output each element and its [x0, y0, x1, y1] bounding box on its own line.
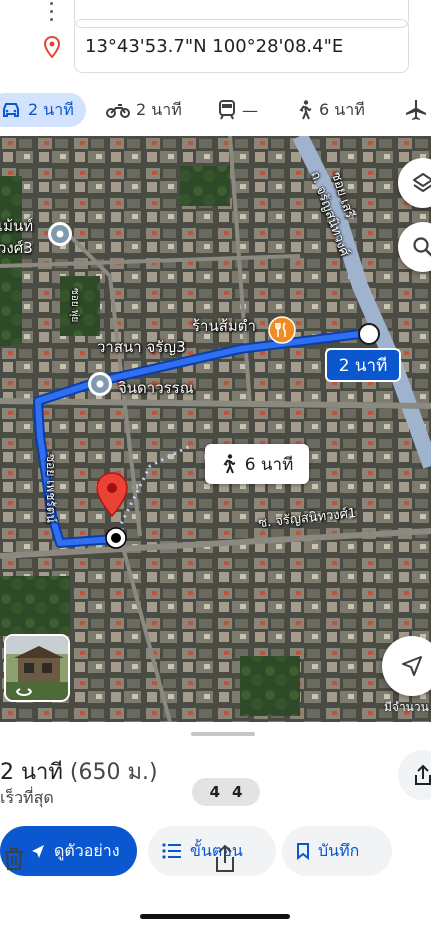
rotate-360-icon: [16, 688, 32, 696]
map-label: มีจำนวน: [384, 700, 429, 714]
train-icon: [219, 100, 235, 120]
route-summary: 2 นาที (650 ม.): [0, 754, 158, 789]
steps-label: ขั้นตอน: [190, 840, 243, 860]
destination-field[interactable]: 13°43'53.7"N 100°28'08.4"E: [74, 19, 409, 73]
map-label[interactable]: จินดาวรรณ: [118, 376, 194, 400]
tab-motorbike[interactable]: 2 นาที: [106, 93, 182, 127]
route-subtitle: เร็วที่สุด: [0, 788, 54, 807]
share-route-button[interactable]: [398, 750, 431, 800]
restaurant-marker-icon[interactable]: [268, 316, 296, 344]
tab-drive[interactable]: 2 นาที: [0, 93, 86, 127]
map-label: เม้นท์: [0, 217, 34, 235]
pager-total: 4: [232, 783, 243, 801]
origin-dot-icon: [358, 323, 380, 345]
tab-walk-label: 6 นาที: [319, 99, 365, 119]
walk-time-text: 6 นาที: [244, 454, 294, 475]
route-distance: (650 ม.): [69, 760, 158, 785]
destination-text: 13°43'53.7"N 100°28'08.4"E: [85, 35, 344, 57]
drive-time-callout[interactable]: 2 นาที: [325, 348, 401, 382]
walk-icon: [299, 100, 312, 120]
screenshot-pager: 4 4: [192, 778, 260, 806]
map-label-restaurant[interactable]: ร้านส้มตำ: [192, 314, 256, 338]
more-vert-icon: [49, 2, 55, 22]
sheet-drag-handle[interactable]: [191, 732, 255, 736]
destination-dot-icon: [105, 527, 127, 549]
bookmark-icon: [297, 843, 309, 860]
plane-icon: [406, 100, 426, 120]
map-view[interactable]: เม้นท์ วงศ์3 ร้านส้มตำ วาสนา จรัญ3 จินดา…: [0, 136, 431, 722]
destination-pin-icon: [43, 36, 61, 58]
navigation-preview-icon: [32, 845, 44, 858]
travel-mode-tabs: 2 นาที 2 นาที — 6 นาที: [0, 90, 431, 132]
tab-drive-label: 2 นาที: [28, 99, 74, 119]
route-duration: 2 นาที: [0, 760, 63, 785]
map-label: วาสนา จรัญ3: [97, 338, 186, 356]
tab-transit[interactable]: —: [218, 93, 258, 127]
preview-button[interactable]: ดูตัวอย่าง: [0, 826, 137, 876]
preview-label: ดูตัวอย่าง: [54, 840, 120, 860]
place-marker-icon[interactable]: [46, 220, 74, 248]
search-icon: [413, 237, 431, 257]
map-label-road: ซอย เพชรัตน์: [44, 454, 58, 523]
drive-time-text: 2 นาที: [338, 355, 388, 376]
tab-walk[interactable]: 6 นาที: [297, 93, 365, 127]
steps-button[interactable]: ขั้นตอน: [148, 826, 276, 876]
motorbike-icon: [106, 104, 130, 118]
tab-transit-label: —: [242, 100, 258, 120]
save-button[interactable]: บันทึก: [282, 826, 392, 876]
map-label-road: ซอย พุ่ย: [69, 288, 80, 323]
map-label: วงศ์3: [0, 239, 33, 257]
home-indicator: [140, 914, 290, 919]
directions-header: 13°43'53.7"N 100°28'08.4"E: [0, 0, 431, 90]
save-label: บันทึก: [318, 840, 360, 860]
street-view-thumbnail[interactable]: [4, 634, 70, 702]
route-actions: ดูตัวอย่าง ขั้นตอน บันทึก: [0, 826, 431, 878]
navigation-arrow-icon: [402, 656, 422, 676]
destination-marker-icon: [96, 472, 128, 518]
pager-current: 4: [209, 783, 220, 801]
car-icon: [3, 103, 19, 117]
list-icon: [162, 843, 181, 859]
walk-time-callout[interactable]: 6 นาที: [205, 444, 309, 484]
share-icon: [415, 764, 431, 785]
place-marker-icon[interactable]: [86, 370, 114, 398]
tab-motorbike-label: 2 นาที: [136, 99, 182, 119]
layers-icon: [413, 173, 431, 192]
tab-flight[interactable]: [406, 93, 431, 127]
walk-icon: [223, 454, 236, 474]
